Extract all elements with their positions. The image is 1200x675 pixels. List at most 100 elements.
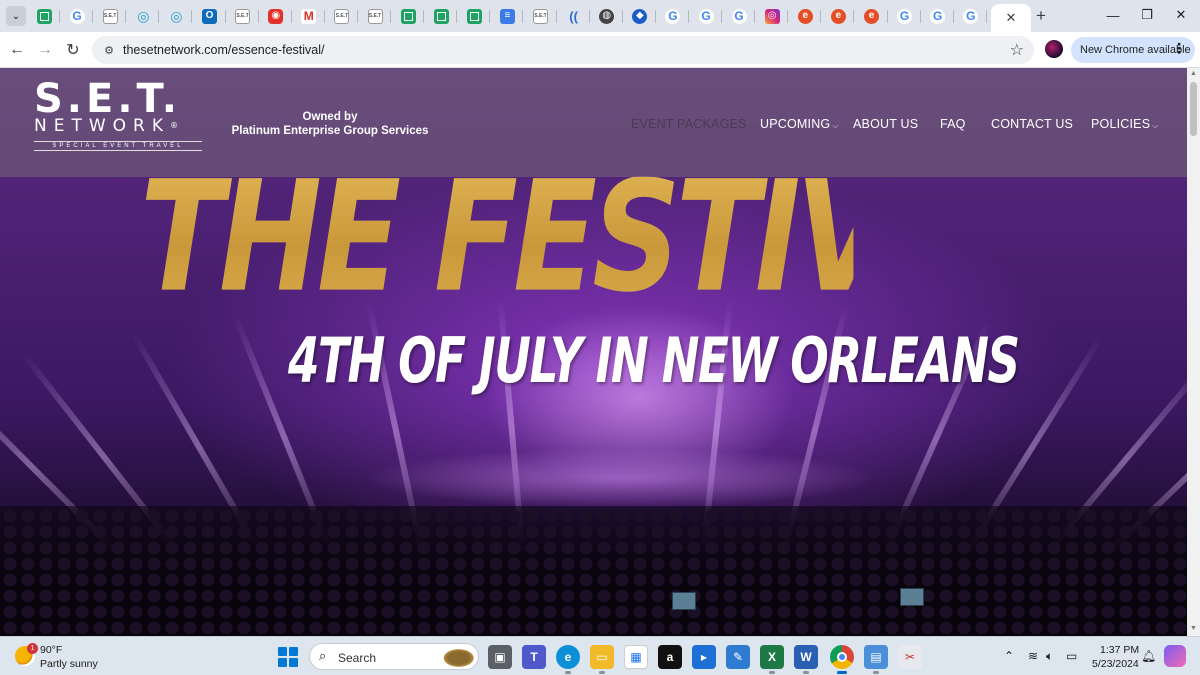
set-network-logo[interactable]: S.E.T. NETWORK® SPECIAL EVENT TRAVEL	[34, 79, 214, 151]
stage-glow	[360, 448, 880, 508]
browser-tab[interactable]: ≡	[491, 4, 524, 28]
browser-tab[interactable]	[392, 4, 425, 28]
back-button[interactable]: ←	[6, 39, 28, 61]
tab-search-button[interactable]: ⌄	[6, 6, 26, 26]
file-explorer-icon[interactable]: ▭	[590, 645, 614, 674]
nav-faq[interactable]: FAQ	[940, 117, 966, 131]
scroll-down-arrow-icon[interactable]: ▼	[1190, 625, 1197, 632]
clock-date[interactable]: 5/23/2024	[1092, 658, 1139, 670]
scroll-up-arrow-icon[interactable]: ▲	[1190, 70, 1197, 77]
browser-tab[interactable]: ◎	[127, 4, 160, 28]
browser-tab[interactable]: ◉	[260, 4, 292, 28]
volume-icon[interactable]: 🔈︎	[1046, 649, 1053, 664]
close-tab-icon[interactable]: ✕	[1005, 10, 1016, 26]
swirl-favicon-icon: ◎	[137, 8, 150, 24]
browser-tab[interactable]: G	[690, 4, 722, 28]
swirl-favicon-icon: ◎	[170, 8, 183, 24]
minimize-button[interactable]: —	[1096, 4, 1130, 26]
nav-contact-us[interactable]: CONTACT US	[991, 117, 1073, 131]
active-browser-tab[interactable]: ✕	[990, 4, 1031, 32]
profile-avatar[interactable]	[1045, 40, 1063, 58]
browser-tab[interactable]: S.E.T	[525, 4, 557, 28]
edge-icon[interactable]: e	[556, 645, 580, 674]
close-window-button[interactable]: ✕	[1164, 4, 1198, 26]
browser-tab[interactable]: G	[889, 4, 921, 28]
show-hidden-icons-chevron-icon[interactable]: ⌃	[1004, 649, 1014, 663]
nav-policies[interactable]: POLICIES ⌵	[1091, 117, 1159, 131]
browser-tab[interactable]: G	[657, 4, 689, 28]
browser-tab[interactable]	[425, 4, 458, 28]
notification-bell-icon[interactable]: 🔔︎	[1141, 649, 1156, 663]
browser-tab[interactable]: e	[822, 4, 855, 28]
store-icon[interactable]: ▦	[624, 645, 648, 669]
logo-sub-text: NETWORK®	[34, 117, 214, 135]
sheets-favicon-icon	[433, 8, 449, 24]
nav-event-packages[interactable]: EVENT PACKAGES ⌵	[631, 117, 755, 131]
browser-tab[interactable]: ◆	[624, 4, 656, 28]
nav-about-us[interactable]: ABOUT US	[853, 117, 918, 131]
menu-dots-icon[interactable]: ⋮	[1172, 40, 1186, 57]
stage-monitor	[672, 592, 696, 610]
browser-tab[interactable]: ◎	[756, 4, 789, 28]
browser-tab[interactable]: G	[723, 4, 756, 28]
snipping-tool-icon[interactable]: ✂	[898, 645, 922, 669]
browser-tab[interactable]: ◍	[591, 4, 623, 28]
chrome-favicon-icon: ◍	[599, 8, 615, 24]
search-icon: ⌕	[319, 648, 327, 663]
prime-video-icon[interactable]: ▶	[692, 645, 716, 669]
browser-tab[interactable]: S.E.T	[326, 4, 358, 28]
browser-tab[interactable]	[28, 4, 60, 28]
address-bar[interactable]: ⚙ thesetnetwork.com/essence-festival/ ☆	[92, 36, 1034, 64]
browser-tab[interactable]: ((	[558, 4, 590, 28]
browser-tab[interactable]: G	[61, 4, 94, 28]
restore-button[interactable]: ❐	[1130, 4, 1164, 26]
task-view-icon[interactable]: ▣	[488, 645, 512, 669]
set-favicon-icon: S.E.T	[533, 8, 548, 24]
page-viewport: THE FESTIVAL 4TH OF JULY IN NEW ORLEANS …	[0, 68, 1187, 636]
browser-tab[interactable]: G	[955, 4, 987, 28]
taskbar-search[interactable]: ⌕ Search	[309, 643, 479, 670]
reload-button[interactable]: ↻	[62, 39, 84, 61]
sheets-favicon-icon	[36, 8, 52, 24]
chrome-taskbar-icon[interactable]	[830, 645, 854, 674]
pen-app-icon[interactable]: ✎	[726, 645, 750, 669]
bookmark-star-icon[interactable]: ☆	[1010, 40, 1024, 60]
browser-tab[interactable]: O	[194, 4, 226, 28]
forward-button[interactable]: →	[34, 39, 56, 61]
start-button[interactable]	[278, 647, 298, 667]
browser-tab[interactable]: M	[293, 4, 325, 28]
browser-tab[interactable]: G	[922, 4, 954, 28]
copilot-icon[interactable]	[1164, 645, 1186, 667]
weather-badge: 1	[27, 643, 38, 654]
teams-icon[interactable]: T	[522, 645, 546, 669]
nav-upcoming[interactable]: UPCOMING ⌵	[760, 117, 839, 131]
amazon-icon[interactable]: a	[658, 645, 682, 669]
clock-time[interactable]: 1:37 PM	[1100, 644, 1139, 656]
word-icon[interactable]: W	[794, 645, 818, 674]
chrome-update-button[interactable]: New Chrome available ⋮	[1071, 37, 1195, 63]
battery-icon[interactable]: ▭	[1066, 649, 1077, 663]
nav-label: UPCOMING	[760, 117, 831, 131]
url-text[interactable]: thesetnetwork.com/essence-festival/	[123, 43, 324, 57]
weather-temperature[interactable]: 90°F	[40, 644, 62, 656]
red-app-favicon-icon: ◉	[268, 8, 284, 24]
browser-tab[interactable]: S.E.T	[94, 4, 127, 28]
excel-icon[interactable]: X	[760, 645, 784, 674]
sheets-favicon-icon	[400, 8, 416, 24]
page-scrollbar[interactable]: ▲ ▼	[1187, 68, 1200, 636]
new-tab-button[interactable]: +	[1031, 6, 1051, 26]
site-info-icon[interactable]: ⚙	[100, 41, 118, 59]
weather-condition[interactable]: Partly sunny	[40, 658, 98, 670]
browser-tab[interactable]: e	[856, 4, 888, 28]
browser-tab[interactable]	[458, 4, 491, 28]
browser-tab[interactable]: e	[789, 4, 822, 28]
google-favicon-icon: G	[698, 8, 714, 24]
browser-tab[interactable]: S.E.T	[227, 4, 259, 28]
calculator-icon[interactable]: ▤	[864, 645, 888, 674]
tab-strip: ⌄ G S.E.T ◎ ◎ O S.E.T ◉ M S.E.T S.E.T ≡ S.E.T ((◍ ◆ G G…	[0, 0, 1200, 32]
scroll-thumb[interactable]	[1190, 82, 1197, 136]
browser-tab[interactable]: ◎	[160, 4, 193, 28]
wifi-icon[interactable]: ≋	[1028, 649, 1038, 663]
e-favicon-icon: e	[797, 8, 813, 24]
browser-tab[interactable]: S.E.T	[359, 4, 391, 28]
